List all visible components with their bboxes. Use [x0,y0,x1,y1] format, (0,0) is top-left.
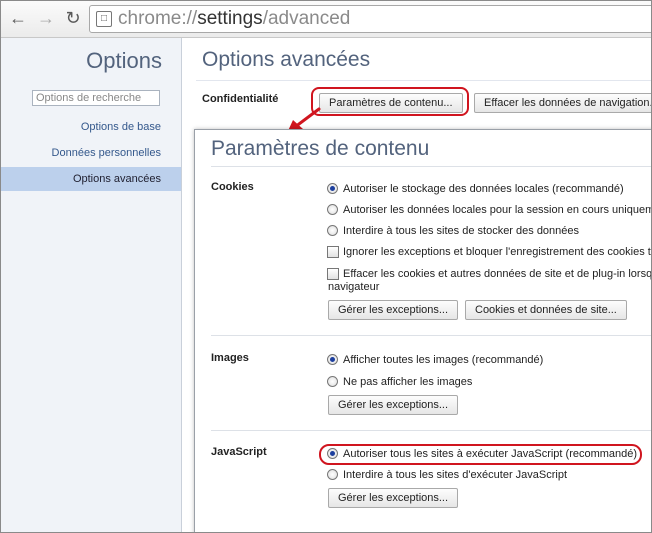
settings-sidebar: Options Options de base Données personne… [1,38,182,532]
url-text: chrome://settings/advanced [118,7,350,31]
cookie-session-label: Autoriser les données locales pour la se… [343,204,652,216]
cookie-allow-radio[interactable] [327,183,338,194]
page-icon: □ [96,11,112,27]
block-third-party-label: Ignorer les exceptions et bloquer l'enre… [343,246,652,258]
sidebar-item-advanced[interactable]: Options avancées [1,167,181,191]
cookie-block-label: Interdire à tous les sites de stocker de… [343,225,580,237]
images-exceptions-button[interactable]: Gérer les exceptions... [328,395,459,415]
js-exceptions-button[interactable]: Gérer les exceptions... [328,488,459,508]
block-third-party-checkbox[interactable] [327,246,339,258]
url-scheme: chrome:// [118,8,198,29]
url-path: /advanced [262,8,351,29]
reload-icon[interactable]: ↻ [62,7,84,29]
cookies-site-data-button[interactable]: Cookies et données de site... [465,300,627,320]
js-allow-label: Autoriser tous les sites à exécuter Java… [343,448,638,460]
content-settings-dialog: Paramètres de contenu Cookies Autoriser … [194,129,652,532]
clear-browsing-data-button[interactable]: Effacer les données de navigation... [474,93,651,113]
clear-on-exit-label-cont: navigateur [328,281,380,293]
url-host: settings [197,8,263,29]
cookie-block-radio[interactable] [327,225,338,236]
clear-on-exit-label: Effacer les cookies et autres données de… [343,268,652,280]
sidebar-item-personal[interactable]: Données personnelles [52,147,161,159]
cookie-exceptions-button[interactable]: Gérer les exceptions... [328,300,459,320]
clear-on-exit-checkbox[interactable] [327,268,339,280]
js-block-radio[interactable] [327,469,338,480]
js-allow-radio[interactable] [327,448,338,459]
cookies-divider [211,335,651,336]
title-divider [196,80,651,81]
cookie-session-radio[interactable] [327,204,338,215]
cookie-allow-label: Autoriser le stockage des données locale… [343,183,624,195]
javascript-section-label: JavaScript [211,446,267,458]
images-show-label: Afficher toutes les images (recommandé) [343,354,544,366]
address-bar[interactable]: □ chrome://settings/advanced [89,5,651,33]
page-title: Options avancées [202,48,371,71]
images-show-radio[interactable] [327,354,338,365]
sidebar-item-basics[interactable]: Options de base [81,121,161,133]
images-divider [211,430,651,431]
content-settings-button[interactable]: Paramètres de contenu... [319,93,463,113]
settings-search-input[interactable] [32,90,160,106]
images-section-label: Images [211,352,249,364]
js-block-label: Interdire à tous les sites d'exécuter Ja… [343,469,568,481]
forward-arrow-icon[interactable]: → [35,7,57,29]
dialog-title-divider [211,166,651,167]
dialog-title: Paramètres de contenu [211,137,430,160]
images-hide-radio[interactable] [327,376,338,387]
images-hide-label: Ne pas afficher les images [343,376,473,388]
back-arrow-icon[interactable]: ← [7,7,29,29]
sidebar-title: Options [86,48,162,73]
browser-toolbar: ← → ↻ □ chrome://settings/advanced [1,1,651,38]
cookies-section-label: Cookies [211,181,254,193]
browser-window: ← → ↻ □ chrome://settings/advanced Optio… [0,0,652,533]
privacy-label: Confidentialité [202,93,279,105]
